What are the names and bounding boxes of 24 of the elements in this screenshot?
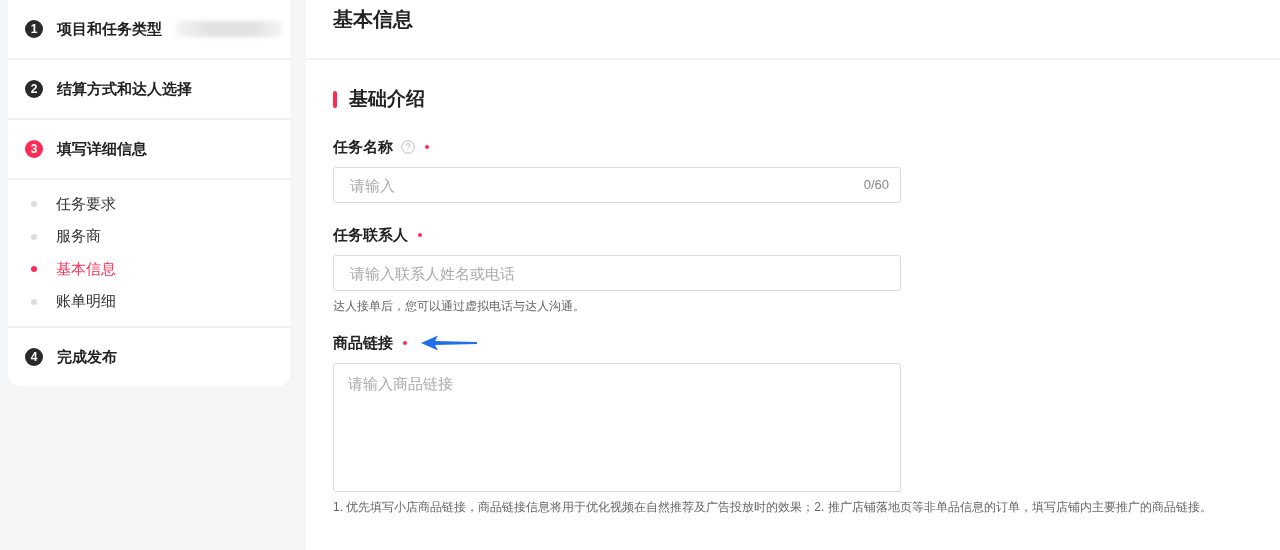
field-hint: 达人接单后，您可以通过虚拟电话与达人沟通。 — [333, 298, 586, 315]
substep-item[interactable]: 基本信息 — [8, 253, 290, 286]
step-title[interactable]: 结算方式和达人选择 — [57, 79, 192, 99]
section-title: 基础介绍 — [349, 87, 425, 111]
field-label: 商品链接 — [333, 333, 393, 353]
step-number: 3 — [25, 140, 43, 158]
step-title[interactable]: 填写详细信息 — [57, 139, 147, 159]
help-icon[interactable] — [401, 140, 415, 154]
step-title[interactable]: 完成发布 — [57, 347, 117, 367]
page-title: 基本信息 — [333, 7, 413, 32]
section-marker — [333, 90, 337, 108]
step-title[interactable]: 项目和任务类型 — [57, 19, 162, 39]
field-label: 任务名称 — [333, 137, 393, 157]
field-label: 任务联系人 — [333, 225, 408, 245]
substep-item[interactable]: 服务商 — [8, 220, 290, 253]
step-number: 4 — [25, 348, 43, 366]
substep-item[interactable]: 任务要求 — [8, 188, 290, 221]
text-area[interactable]: 请输入商品链接 — [333, 363, 901, 492]
step-number: 1 — [25, 20, 43, 38]
char-counter: 0/60 — [863, 177, 889, 192]
substep-item[interactable]: 账单明细 — [8, 285, 290, 318]
text-field[interactable]: 请输入联系人姓名或电话 — [333, 255, 901, 291]
step-number: 2 — [25, 80, 43, 98]
field-hint: 1. 优先填写小店商品链接，商品链接信息将用于优化视频在自然推荐及广告投放时的效果；2. 推广店铺落地页等非单品信息的订单，填写店铺内主要推广的商品链接。 — [333, 499, 1213, 516]
